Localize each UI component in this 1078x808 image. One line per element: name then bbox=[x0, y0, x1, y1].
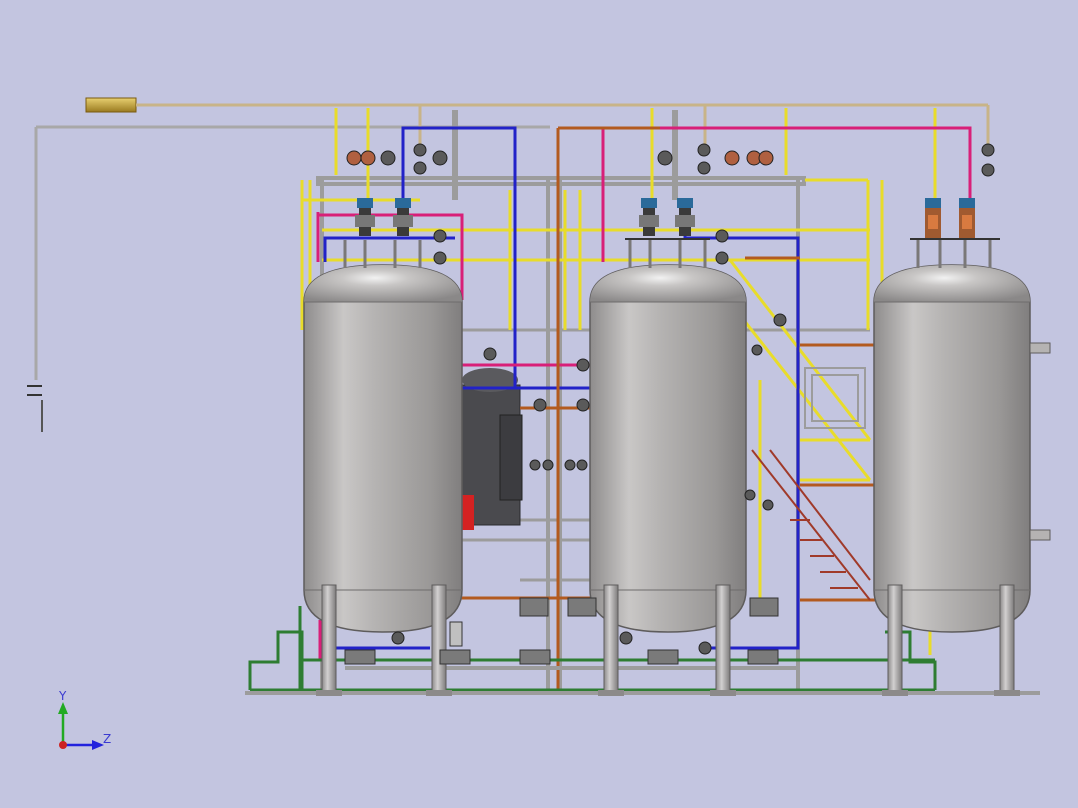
origin-icon bbox=[59, 741, 67, 749]
tank-middle[interactable] bbox=[589, 264, 747, 696]
cad-viewport[interactable]: Y Z bbox=[0, 0, 1078, 808]
dark-heater-box bbox=[461, 368, 523, 530]
manual-valves bbox=[346, 143, 995, 265]
valve-actuator-icon bbox=[959, 198, 975, 238]
valve-actuator-icon bbox=[925, 198, 941, 238]
coordinate-triad: Y Z bbox=[58, 689, 111, 750]
tank-left[interactable] bbox=[303, 264, 463, 696]
tank-right[interactable] bbox=[873, 264, 1051, 696]
brass-header-pipe bbox=[85, 97, 990, 150]
axis-y-label: Y bbox=[58, 689, 67, 703]
axis-z-label: Z bbox=[103, 732, 111, 746]
